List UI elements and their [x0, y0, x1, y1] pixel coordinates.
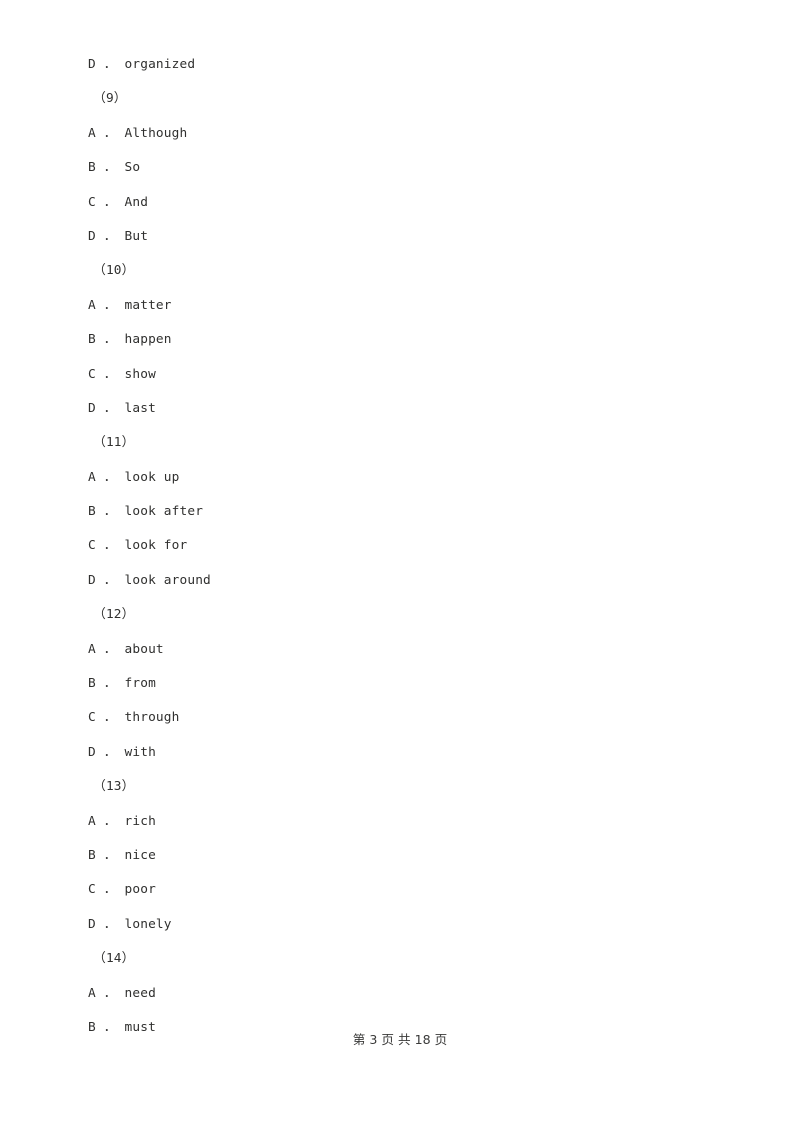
answer-option: B ． nice [88, 847, 156, 863]
question-number: （14） [93, 951, 135, 967]
question-number: （12） [93, 607, 135, 623]
answer-option: A ． need [88, 985, 156, 1001]
answer-option: D ． with [88, 744, 156, 760]
page-footer: 第 3 页 共 18 页 [352, 1032, 448, 1047]
answer-option: B ． happen [88, 332, 172, 348]
question-list: D ． organized （9） A ． Although B ． So C ． An… [88, 48, 748, 1045]
question-number: （13） [93, 779, 135, 795]
answer-option: B ． from [88, 676, 156, 692]
answer-option: D ． organized [88, 57, 196, 72]
answer-option: C ． look for [88, 538, 188, 554]
answer-option: C ． show [88, 366, 156, 382]
document-page: D ． organized （9） A ． Although B ． So C ． An… [0, 0, 800, 1132]
answer-option: A ． Although [88, 125, 188, 141]
answer-option: D ． But [88, 228, 149, 244]
answer-option: A ． rich [88, 813, 156, 829]
answer-option: C ． poor [88, 882, 156, 898]
answer-option: C ． through [88, 710, 180, 726]
answer-option: C ． And [88, 194, 149, 210]
question-number: （10） [93, 263, 135, 279]
answer-option: B ． So [88, 160, 141, 176]
answer-option: A ． matter [88, 297, 172, 313]
answer-option: D ． look around [88, 572, 211, 588]
answer-option: D ． last [88, 400, 156, 416]
answer-option: A ． about [88, 641, 164, 657]
question-number: （9） [93, 91, 127, 107]
question-number: （11） [93, 435, 135, 451]
answer-option: A ． look up [88, 469, 180, 485]
answer-option: B ． look after [88, 504, 204, 520]
answer-option: D ． lonely [88, 916, 172, 932]
